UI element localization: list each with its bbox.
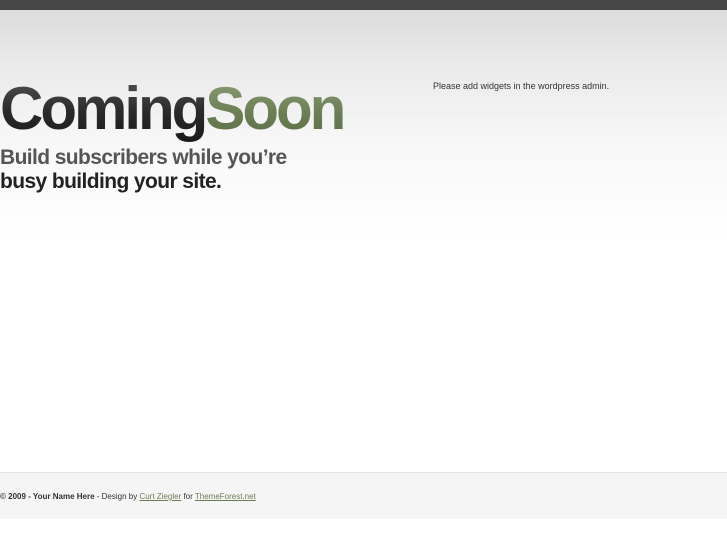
top-bar [0, 0, 727, 10]
logo-coming-text: Coming [0, 75, 208, 142]
coming-soon-page: ComingSoon Build subscribers while you’r… [0, 0, 727, 545]
tagline: Build subscribers while you’re busy buil… [0, 146, 287, 194]
copyright-text: © 2009 - Your Name Here [0, 492, 95, 501]
designer-link[interactable]: Curt Ziegler [139, 492, 181, 501]
tagline-line-2: busy building your site. [0, 170, 222, 193]
logo-soon-text: Soon [205, 75, 346, 142]
footer: © 2009 - Your Name Here - Design by Curt… [0, 472, 727, 519]
widget-placeholder-note: Please add widgets in the wordpress admi… [433, 81, 610, 91]
for-text: for [181, 492, 195, 501]
themeforest-link[interactable]: ThemeForest.net [195, 492, 256, 501]
footer-credits: © 2009 - Your Name Here - Design by Curt… [0, 492, 256, 501]
logo: ComingSoon [0, 74, 346, 144]
design-by-text: - Design by [94, 492, 140, 501]
tagline-line-1: Build subscribers while you’re [0, 146, 287, 169]
